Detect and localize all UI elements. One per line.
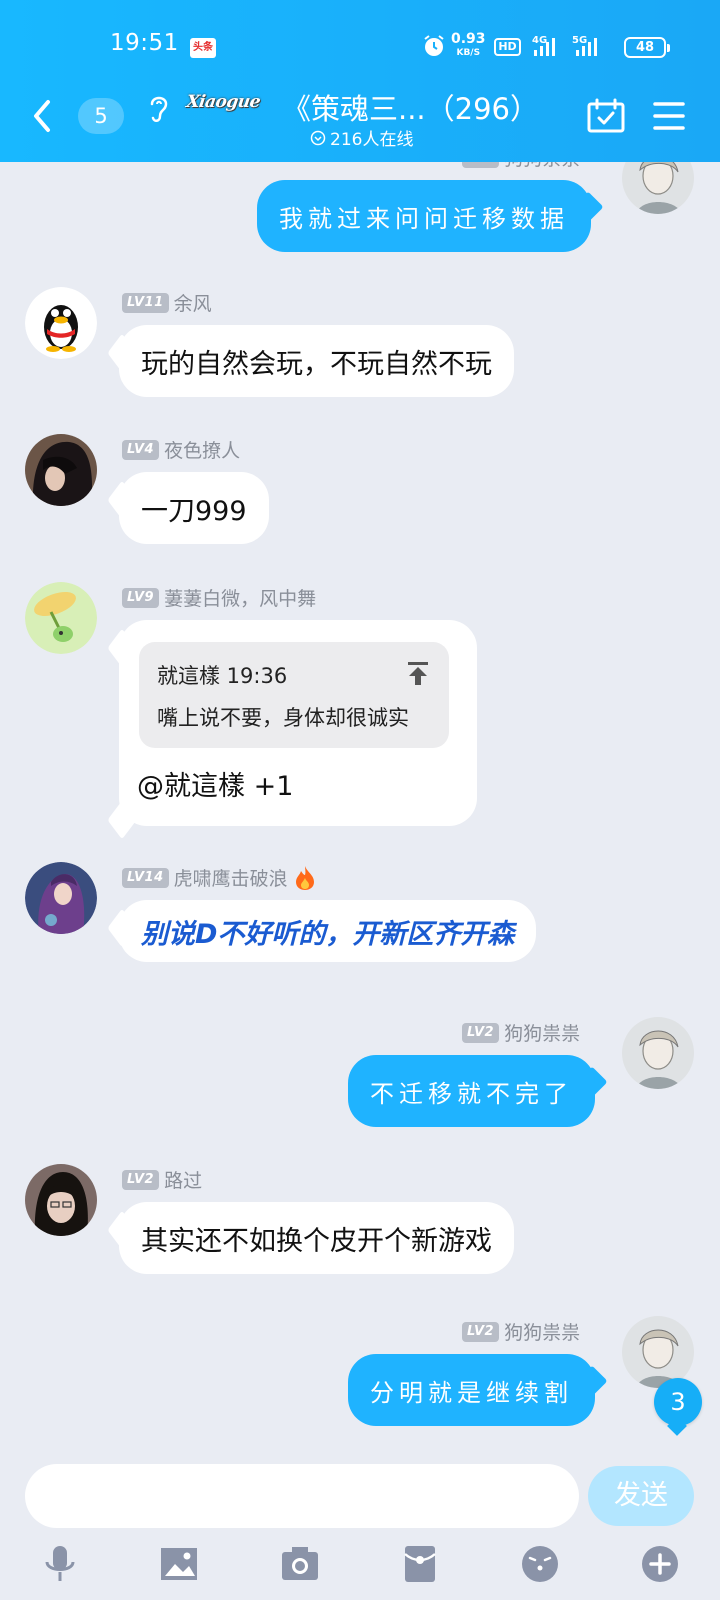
message-input[interactable] xyxy=(25,1464,579,1528)
message-text: @就這樣 +1 xyxy=(137,771,294,802)
svg-text:4G: 4G xyxy=(532,35,547,46)
red-packet-icon[interactable] xyxy=(398,1542,442,1586)
net-speed: 0.93 KB/S xyxy=(451,31,486,58)
avatar[interactable] xyxy=(25,582,97,654)
group-title[interactable]: 《策魂三...（296） xyxy=(282,86,539,128)
news-app-badge-icon: 头条 xyxy=(190,38,216,58)
avatar[interactable] xyxy=(622,1316,694,1388)
quoted-sender: 就這樣 19:36 xyxy=(157,664,288,688)
quoted-reply[interactable]: 就這樣 19:36 嘴上说不要，身体却很诚实 xyxy=(139,642,449,748)
avatar[interactable] xyxy=(25,434,97,506)
level-badge: LV4 xyxy=(122,439,160,460)
level-badge: LV11 xyxy=(122,292,169,313)
avatar[interactable] xyxy=(25,862,97,934)
calendar-checkin-icon[interactable] xyxy=(586,98,626,134)
status-time: 19:51 xyxy=(110,30,179,56)
menu-icon[interactable] xyxy=(652,100,686,132)
level-badge: LV2 xyxy=(462,1321,500,1342)
avatar[interactable] xyxy=(622,1017,694,1089)
jump-to-message-icon[interactable] xyxy=(405,660,431,686)
plus-icon[interactable] xyxy=(638,1542,682,1586)
send-button[interactable]: 发送 xyxy=(588,1466,694,1526)
unread-count-badge[interactable]: 5 xyxy=(78,98,124,134)
mic-icon[interactable] xyxy=(38,1542,82,1586)
message-bubble[interactable]: 一刀999 xyxy=(119,472,269,544)
earpiece-mode-icon[interactable] xyxy=(146,92,172,126)
message-sender: LV2 狗狗祟祟 xyxy=(462,162,580,171)
message-bubble[interactable]: 玩的自然会玩，不玩自然不玩 xyxy=(119,325,514,397)
message-sender: LV4 夜色撩人 xyxy=(122,436,240,463)
message-list[interactable]: LV2 狗狗祟祟 我就过来问问迁移数据 LV11 余风 玩的自然会玩，不玩自然不… xyxy=(0,162,720,1462)
level-badge: LV2 xyxy=(462,1022,500,1043)
message-sender: LV11 余风 xyxy=(122,289,212,316)
level-badge: LV9 xyxy=(122,587,160,608)
emoji-icon[interactable] xyxy=(518,1542,562,1586)
chevron-down-icon xyxy=(310,130,326,145)
level-badge: LV2 xyxy=(462,162,500,168)
alarm-icon xyxy=(424,35,444,56)
avatar[interactable] xyxy=(25,287,97,359)
fire-icon xyxy=(295,865,314,890)
new-message-count-badge[interactable]: 3 xyxy=(654,1378,702,1426)
message-sender: LV2 狗狗祟祟 xyxy=(462,1318,580,1345)
message-bubble[interactable]: 分明就是继续割 xyxy=(348,1354,595,1426)
message-sender: LV14 虎啸鹰击破浪 xyxy=(122,864,317,891)
status-bar: 19:51 头条 0.93 KB/S HD 4G 5G 48 xyxy=(0,0,720,96)
message-sender: LV2 路过 xyxy=(122,1166,202,1193)
signal-5g-icon: 5G xyxy=(572,35,597,56)
message-bubble[interactable]: 就這樣 19:36 嘴上说不要，身体却很诚实 @就這樣 +1 xyxy=(119,620,477,826)
back-icon[interactable] xyxy=(28,98,58,134)
message-bubble[interactable]: 其实还不如换个皮开个新游戏 xyxy=(119,1202,514,1274)
group-logo: Xiaogue xyxy=(185,92,262,112)
hd-icon: HD xyxy=(494,38,521,56)
message-bubble[interactable]: 别说D不好听的，开新区齐开森 xyxy=(119,900,537,962)
level-badge: LV2 xyxy=(122,1169,160,1190)
avatar[interactable] xyxy=(25,1164,97,1236)
chat-header: 19:51 头条 0.93 KB/S HD 4G 5G 48 5 Xiaogue xyxy=(0,0,720,162)
message-sender: LV2 狗狗祟祟 xyxy=(462,1019,580,1046)
online-status[interactable]: 216人在线 xyxy=(310,125,413,150)
battery-icon: 48 xyxy=(624,37,670,58)
avatar[interactable] xyxy=(622,162,694,214)
level-badge: LV14 xyxy=(122,867,169,888)
message-bubble[interactable]: 我就过来问问迁移数据 xyxy=(257,180,591,252)
message-bubble[interactable]: 不迁移就不完了 xyxy=(348,1055,595,1127)
message-sender: LV9 萋萋白微，风中舞 xyxy=(122,584,316,611)
quoted-text: 嘴上说不要，身体却很诚实 xyxy=(157,706,409,730)
svg-text:5G: 5G xyxy=(572,35,587,46)
camera-icon[interactable] xyxy=(278,1542,322,1586)
online-count: 216人在线 xyxy=(330,130,414,150)
image-icon[interactable] xyxy=(157,1542,201,1586)
signal-4g-icon: 4G xyxy=(532,35,555,56)
